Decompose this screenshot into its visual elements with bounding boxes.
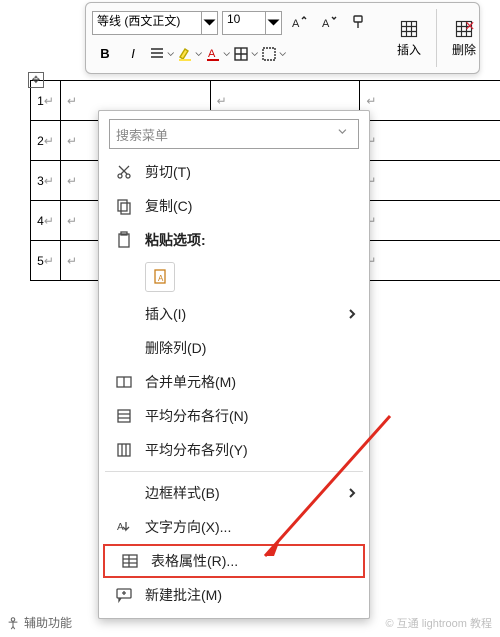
menu-search-placeholder: 搜索菜单 [116, 125, 168, 144]
copy-icon [113, 197, 135, 215]
menu-new-comment[interactable]: 新建批注(M) [99, 578, 369, 612]
svg-text:A: A [322, 18, 330, 30]
merge-cells-icon [113, 373, 135, 391]
decrease-font-icon[interactable]: A [316, 11, 342, 35]
context-menu: 搜索菜单 剪切(T) 复制(C) 粘贴选项: A 插入(I) 删除列(D) 合并… [98, 110, 370, 619]
table-move-handle-icon[interactable]: ✥ [28, 72, 44, 88]
clipboard-icon [113, 231, 135, 249]
svg-text:A: A [292, 18, 300, 30]
menu-paste-options: 粘贴选项: [99, 223, 369, 257]
row-number: 3↵ [31, 161, 61, 201]
menu-distribute-rows[interactable]: 平均分布各行(N) [99, 399, 369, 433]
table-cell[interactable]: ↵ [360, 81, 500, 121]
paste-option-keep-text[interactable]: A [99, 257, 369, 297]
table-properties-icon [119, 552, 141, 570]
font-size-select[interactable]: 10 [222, 11, 266, 35]
menu-border-style[interactable]: 边框样式(B) [99, 476, 369, 510]
menu-cut[interactable]: 剪切(T) [99, 155, 369, 189]
bold-button[interactable]: B [92, 42, 118, 66]
chevron-right-icon [347, 485, 357, 501]
font-color-button[interactable]: A [204, 42, 230, 66]
menu-table-properties[interactable]: 表格属性(R)... [103, 544, 365, 578]
distribute-cols-icon [113, 441, 135, 459]
shading-button[interactable] [260, 42, 286, 66]
row-number: 5↵ [31, 241, 61, 281]
menu-search-input[interactable]: 搜索菜单 [109, 119, 359, 149]
chevron-right-icon [347, 306, 357, 322]
increase-font-icon[interactable]: A [286, 11, 312, 35]
menu-copy[interactable]: 复制(C) [99, 189, 369, 223]
menu-separator [105, 471, 363, 472]
table-cell[interactable]: ↵ [360, 201, 500, 241]
align-button[interactable] [148, 42, 174, 66]
scissors-icon [113, 163, 135, 181]
paste-text-only-icon[interactable]: A [145, 262, 175, 292]
mini-toolbar: 等线 (西文正文) 10 A A B I A 插入 [85, 2, 480, 74]
menu-distribute-columns[interactable]: 平均分布各列(Y) [99, 433, 369, 467]
font-family-dropdown[interactable] [202, 11, 218, 35]
highlight-button[interactable] [176, 42, 202, 66]
menu-merge-cells[interactable]: 合并单元格(M) [99, 365, 369, 399]
delete-button[interactable]: 删除 [441, 3, 487, 73]
row-number: 4↵ [31, 201, 61, 241]
font-size-dropdown[interactable] [266, 11, 282, 35]
format-painter-icon[interactable] [346, 11, 372, 35]
font-family-select[interactable]: 等线 (西文正文) [92, 11, 202, 35]
text-direction-icon: A [113, 518, 135, 536]
table-cell[interactable]: ↵ [360, 121, 500, 161]
table-cell[interactable]: ↵ [360, 161, 500, 201]
menu-insert[interactable]: 插入(I) [99, 297, 369, 331]
insert-label: 插入 [397, 41, 421, 58]
insert-button[interactable]: 插入 [386, 3, 432, 73]
italic-button[interactable]: I [120, 42, 146, 66]
row-number: 2↵ [31, 121, 61, 161]
status-bar-accessibility[interactable]: 辅助功能 [6, 614, 72, 631]
borders-button[interactable] [232, 42, 258, 66]
menu-delete-column[interactable]: 删除列(D) [99, 331, 369, 365]
svg-text:A: A [158, 274, 164, 283]
table-cell[interactable]: ↵ [360, 241, 500, 281]
distribute-rows-icon [113, 407, 135, 425]
menu-text-direction[interactable]: A 文字方向(X)... [99, 510, 369, 544]
delete-label: 删除 [452, 41, 476, 58]
watermark: © 互通 lightroom 教程 [385, 615, 492, 631]
comment-icon [113, 586, 135, 604]
svg-text:A: A [208, 48, 216, 60]
